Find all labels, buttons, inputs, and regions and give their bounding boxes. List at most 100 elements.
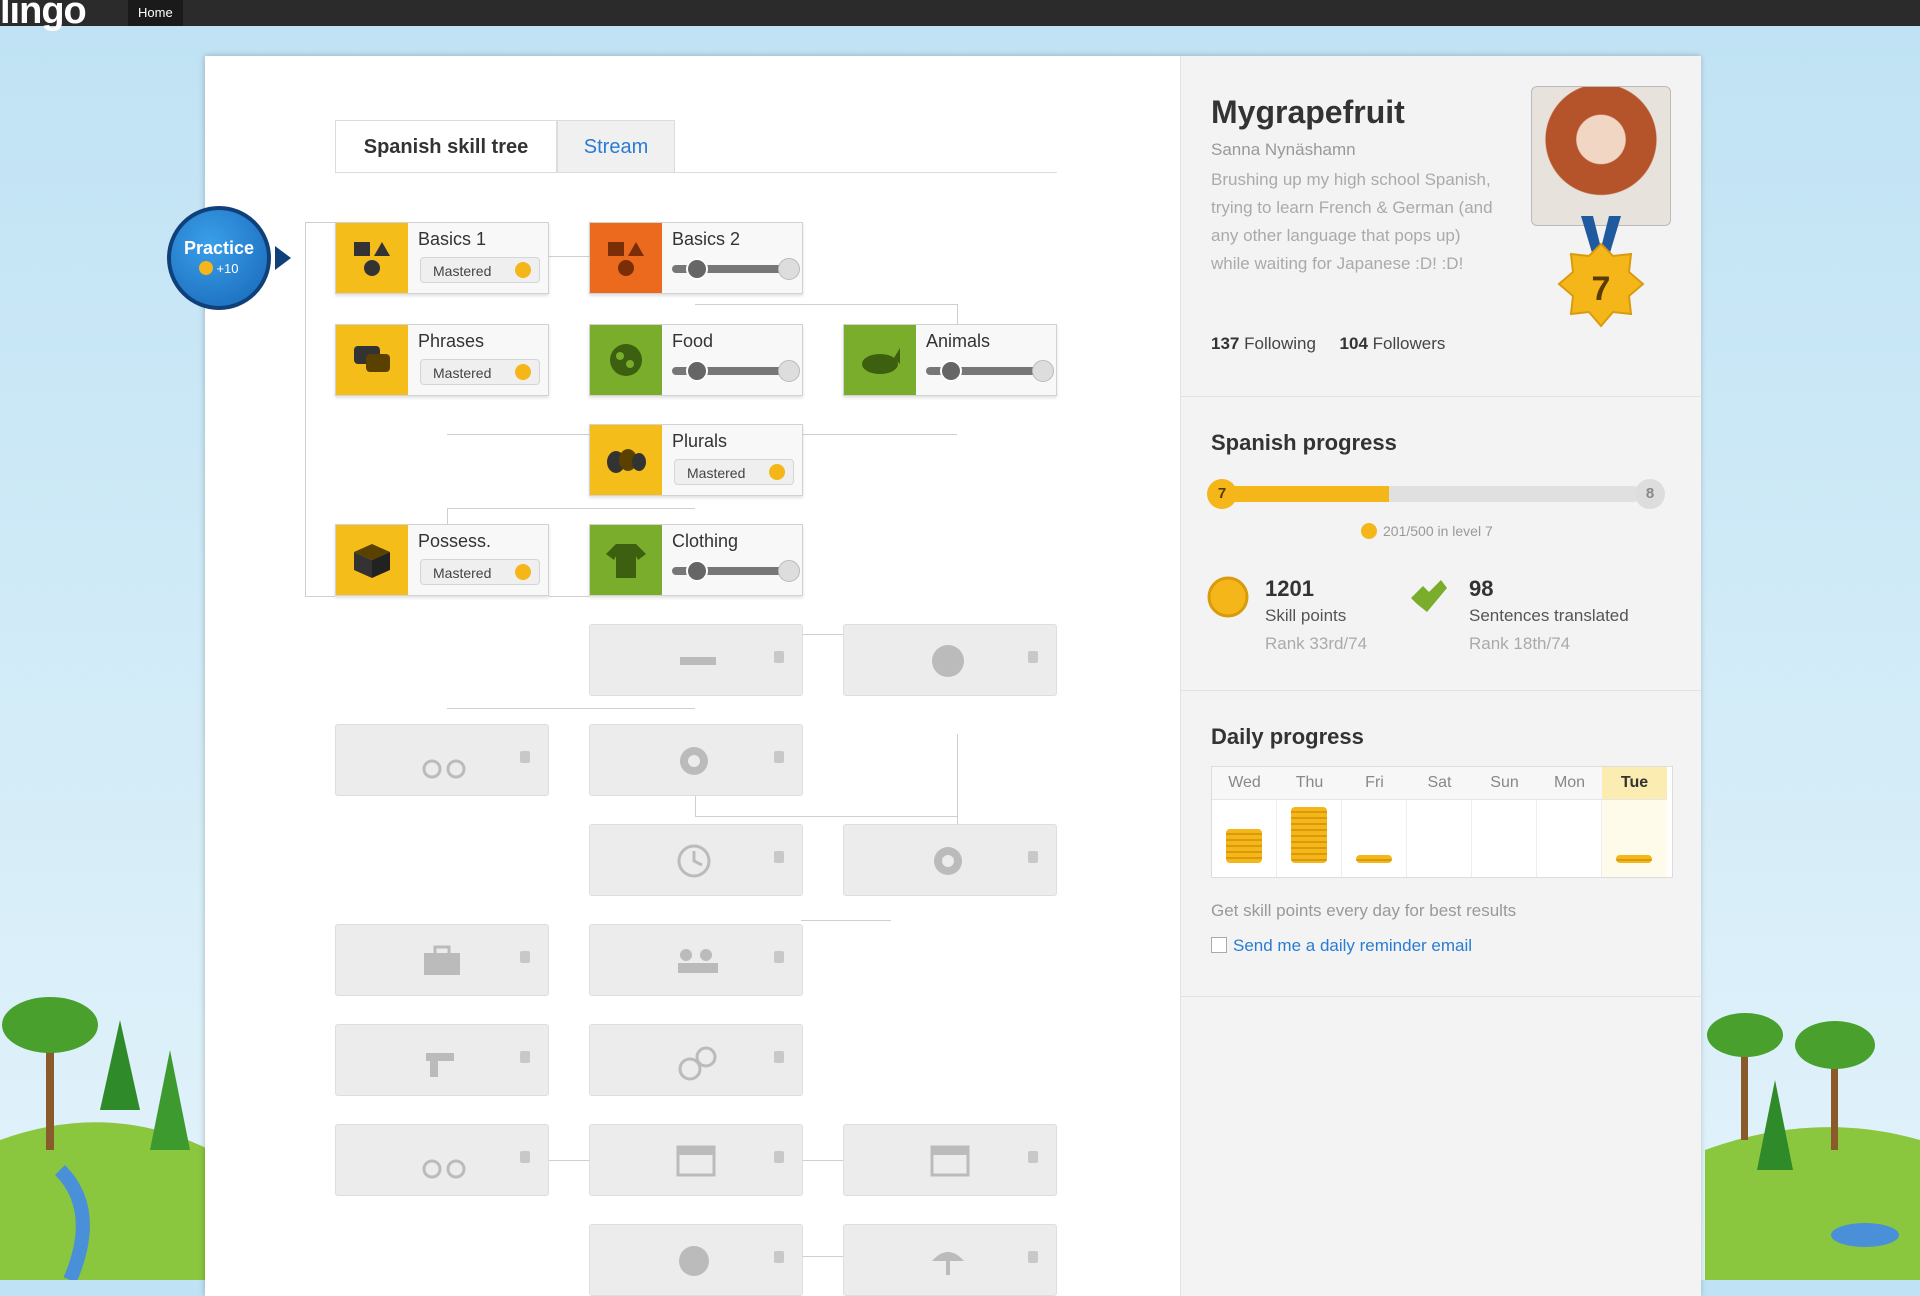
lock-end-icon xyxy=(778,360,800,382)
practice-pointer xyxy=(275,246,291,270)
following-label[interactable]: Following xyxy=(1244,334,1316,353)
locked-skill-travel xyxy=(335,724,549,796)
mastered-badge: Mastered xyxy=(420,359,540,385)
locked-skill-household xyxy=(335,1024,549,1096)
day-column: Wed xyxy=(1212,767,1277,877)
skill-plurals[interactable]: Plurals Mastered xyxy=(589,424,803,496)
trophy-icon xyxy=(515,564,531,580)
avatar[interactable] xyxy=(1531,86,1671,226)
day-column: Thu xyxy=(1277,767,1342,877)
skill-name: Plurals xyxy=(672,431,728,451)
tab-skill-tree[interactable]: Spanish skill tree xyxy=(335,120,557,172)
nav-home[interactable]: Home xyxy=(128,0,183,26)
slider-knob xyxy=(686,258,708,280)
coin-stack-icon xyxy=(1356,855,1392,863)
tab-stream[interactable]: Stream xyxy=(557,120,675,172)
daily-reminder-link[interactable]: Send me a daily reminder email xyxy=(1211,936,1472,956)
skill-strength-slider xyxy=(672,360,800,382)
skill-clothing[interactable]: Clothing xyxy=(589,524,803,596)
locked-skill-occupation xyxy=(335,924,549,996)
locked-skill-verbs xyxy=(589,724,803,796)
lock-icon xyxy=(774,651,784,663)
trophy-icon xyxy=(769,464,785,480)
locked-skill-abstract xyxy=(589,1024,803,1096)
skill-name: Basics 1 xyxy=(418,229,487,249)
day-column: Sat xyxy=(1407,767,1472,877)
following-count[interactable]: 137 xyxy=(1211,334,1239,353)
skill-name: Basics 2 xyxy=(672,229,741,249)
followers-count[interactable]: 104 xyxy=(1340,334,1368,353)
connector xyxy=(305,596,335,597)
medal-level-number: 7 xyxy=(1592,270,1611,308)
puzzle-icon xyxy=(678,1046,717,1081)
profile-realname: Sanna Nynäshamn xyxy=(1211,140,1356,159)
skill-strength-slider xyxy=(672,560,800,582)
lock-icon xyxy=(520,751,530,763)
question-icon xyxy=(932,645,964,677)
practice-button[interactable]: Practice +10 xyxy=(167,206,271,310)
locked-skill-sports xyxy=(335,1124,549,1196)
bicycle-icon xyxy=(422,1159,466,1179)
lock-icon xyxy=(774,951,784,963)
day-column: Mon xyxy=(1537,767,1602,877)
slider-knob xyxy=(686,360,708,382)
skill-name: Possess. xyxy=(418,531,492,551)
skill-food[interactable]: Food xyxy=(589,324,803,396)
logo[interactable]: lingo xyxy=(0,0,87,33)
calendar-icon xyxy=(676,1145,716,1177)
briefcase-icon xyxy=(424,945,460,975)
level-progress-fill xyxy=(1221,486,1389,502)
lock-icon xyxy=(774,1251,784,1263)
level-points-text: 201/500 in level 7 xyxy=(1361,523,1493,539)
locked-skill-people xyxy=(589,924,803,996)
reminder-checkbox[interactable] xyxy=(1211,937,1227,953)
connector xyxy=(305,222,335,223)
skill-animals[interactable]: Animals xyxy=(843,324,1057,396)
coin-icon xyxy=(199,261,214,275)
lock-end-icon xyxy=(778,258,800,280)
gear-icon xyxy=(680,747,708,775)
skill-basics-1[interactable]: Basics 1 Mastered xyxy=(335,222,549,294)
skill-phrases[interactable]: Phrases Mastered xyxy=(335,324,549,396)
landscape-left-illustration xyxy=(0,997,210,1280)
skill-possessives[interactable]: Possess. Mastered xyxy=(335,524,549,596)
skill-icon-phrases xyxy=(336,325,408,395)
locked-skill-dates xyxy=(589,1124,803,1196)
locked-skill-weather xyxy=(843,1224,1057,1296)
skill-points-value: 1201 xyxy=(1265,576,1314,601)
level-medal-icon: 7 xyxy=(1557,216,1645,328)
locked-skill-dates-2 xyxy=(843,1124,1057,1196)
mastered-badge: Mastered xyxy=(674,459,794,485)
locked-skill-questions xyxy=(843,624,1057,696)
slider-knob xyxy=(686,560,708,582)
spanish-progress-title: Spanish progress xyxy=(1211,430,1397,455)
trophy-icon xyxy=(515,364,531,380)
coin-stack-icon xyxy=(1616,855,1652,863)
skill-basics-2[interactable]: Basics 2 xyxy=(589,222,803,294)
profile-username[interactable]: Mygrapefruit xyxy=(1211,94,1405,131)
connector xyxy=(447,508,695,509)
sentences-value: 98 xyxy=(1469,576,1494,601)
daily-progress-calendar: Wed Thu Fri Sat Sun Mon Tue xyxy=(1211,766,1673,878)
top-nav-bar: lingo Home xyxy=(0,0,1920,32)
skill-name: Animals xyxy=(926,331,991,351)
day-column: Sun xyxy=(1472,767,1537,877)
lock-icon xyxy=(520,1051,530,1063)
food-icon xyxy=(610,344,642,376)
calendar-icon xyxy=(930,1145,970,1177)
skill-strength-slider xyxy=(672,258,800,280)
main-card: Spanish skill tree Stream Practice +10 B… xyxy=(167,56,1701,1296)
bicycle-icon xyxy=(422,759,466,779)
connector xyxy=(549,256,589,257)
landscape-right-illustration xyxy=(1705,1013,1920,1280)
follow-stats: 137 Following 104 Followers xyxy=(1211,334,1445,354)
followers-label[interactable]: Followers xyxy=(1373,334,1446,353)
mastered-badge: Mastered xyxy=(420,257,540,283)
lock-icon xyxy=(1028,851,1038,863)
puzzle-piece-icon xyxy=(1411,580,1447,612)
skill-name: Phrases xyxy=(418,331,485,351)
profile-bio: Brushing up my high school Spanish, tryi… xyxy=(1211,170,1493,273)
connector xyxy=(695,304,957,305)
coin-icon xyxy=(1361,523,1377,539)
mastered-badge: Mastered xyxy=(420,559,540,585)
